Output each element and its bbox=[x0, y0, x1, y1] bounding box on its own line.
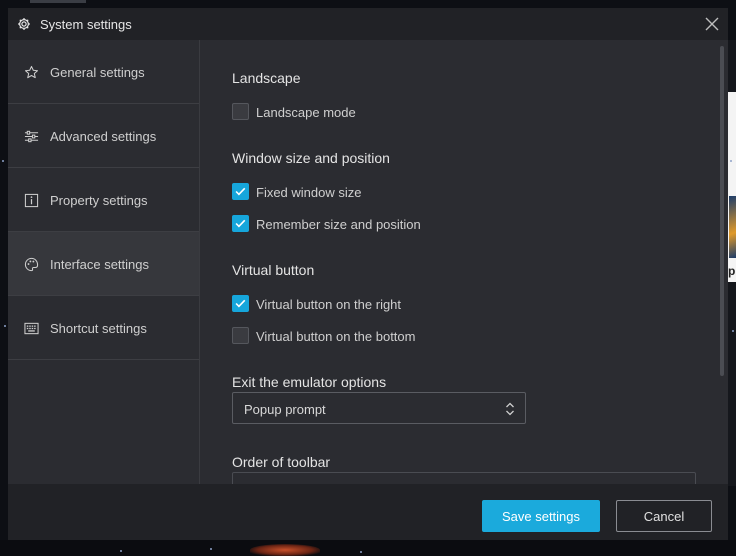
dialog-footer: Save settings Cancel bbox=[8, 484, 728, 540]
background-star bbox=[210, 548, 212, 550]
fixed-window-size-checkbox[interactable] bbox=[232, 183, 249, 200]
info-icon bbox=[24, 193, 39, 208]
remember-size-checkbox[interactable] bbox=[232, 215, 249, 232]
sidebar-item-property[interactable]: Property settings bbox=[8, 168, 199, 232]
save-settings-button[interactable]: Save settings bbox=[482, 500, 600, 532]
gear-icon bbox=[18, 18, 30, 30]
virtual-button-bottom-checkbox[interactable] bbox=[232, 327, 249, 344]
background-planet-glow bbox=[250, 544, 320, 556]
background-star bbox=[2, 160, 4, 162]
star-icon bbox=[24, 65, 39, 79]
option-label: Fixed window size bbox=[256, 185, 362, 200]
settings-sidebar: General settings Advanced settings Prope… bbox=[8, 40, 200, 484]
background-star bbox=[4, 325, 6, 327]
sidebar-item-label: Interface settings bbox=[50, 257, 149, 272]
background-app-art bbox=[729, 196, 736, 258]
background-strip bbox=[30, 0, 86, 3]
sidebar-item-interface[interactable]: Interface settings bbox=[8, 232, 199, 296]
section-title-exit-options: Exit the emulator options bbox=[232, 374, 387, 390]
sliders-icon bbox=[24, 130, 39, 143]
exit-options-select[interactable]: Popup prompt bbox=[232, 392, 526, 424]
option-label: Virtual button on the bottom bbox=[256, 329, 416, 344]
option-label: Landscape mode bbox=[256, 105, 356, 120]
checkmark-icon bbox=[235, 187, 246, 196]
window-title: System settings bbox=[40, 17, 132, 32]
option-label: Remember size and position bbox=[256, 217, 421, 232]
content-scrollbar[interactable] bbox=[720, 46, 724, 376]
sidebar-item-label: General settings bbox=[50, 65, 145, 80]
virtual-button-right-checkbox[interactable] bbox=[232, 295, 249, 312]
background-star bbox=[360, 551, 362, 553]
checkmark-icon bbox=[235, 219, 246, 228]
background-star bbox=[120, 550, 122, 552]
checkmark-icon bbox=[235, 299, 246, 308]
background-glyph: p bbox=[728, 264, 736, 278]
sidebar-item-advanced[interactable]: Advanced settings bbox=[8, 104, 199, 168]
chevron-up-down-icon bbox=[506, 402, 514, 416]
sidebar-item-label: Advanced settings bbox=[50, 129, 157, 144]
toolbar-order-list[interactable] bbox=[232, 472, 696, 484]
system-settings-dialog: System settings General settings Advance… bbox=[8, 8, 728, 540]
background-star bbox=[730, 160, 732, 162]
landscape-mode-checkbox[interactable] bbox=[232, 103, 249, 120]
section-title-toolbar-order: Order of toolbar bbox=[232, 454, 331, 470]
palette-icon bbox=[24, 257, 39, 272]
close-icon[interactable] bbox=[702, 14, 722, 34]
sidebar-item-general[interactable]: General settings bbox=[8, 40, 199, 104]
section-title-landscape: Landscape bbox=[232, 70, 301, 86]
settings-content: Landscape Landscape mode Window size and… bbox=[201, 40, 728, 484]
sidebar-item-label: Shortcut settings bbox=[50, 321, 147, 336]
cancel-button[interactable]: Cancel bbox=[616, 500, 712, 532]
keyboard-icon bbox=[24, 322, 39, 335]
background-star bbox=[732, 330, 734, 332]
section-title-virtual-button: Virtual button bbox=[232, 262, 315, 278]
background-bottom bbox=[0, 540, 736, 556]
option-label: Virtual button on the right bbox=[256, 297, 402, 312]
section-title-window-size: Window size and position bbox=[232, 150, 390, 166]
sidebar-item-shortcut[interactable]: Shortcut settings bbox=[8, 296, 199, 360]
sidebar-item-label: Property settings bbox=[50, 193, 148, 208]
select-value: Popup prompt bbox=[244, 402, 326, 417]
title-bar: System settings bbox=[8, 8, 728, 40]
